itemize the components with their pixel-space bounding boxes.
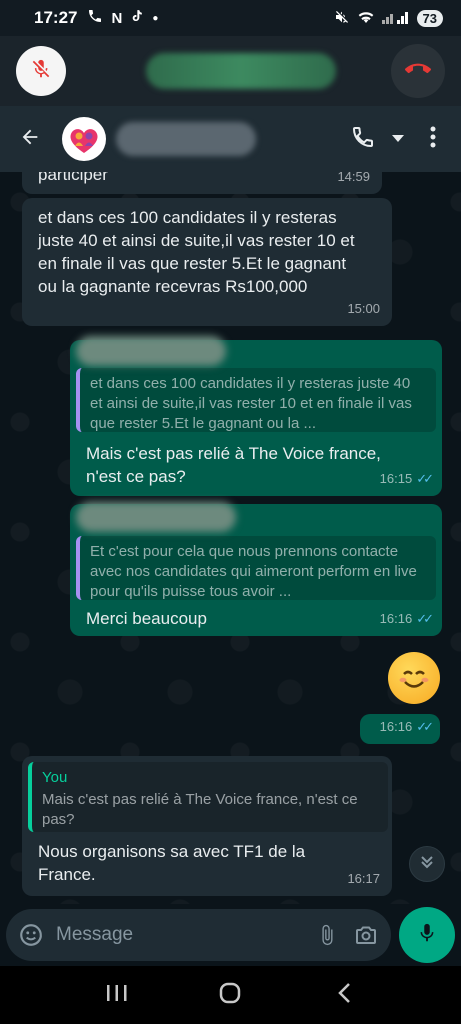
quoted-text: Et c'est pour cela que nous prennons con… [90, 543, 417, 600]
quoted-text: et dans ces 100 candidates il y resteras… [90, 375, 412, 432]
message-text: et dans ces 100 candidates il y resteras… [38, 208, 355, 296]
double-check-read-icon: ✓✓ [416, 471, 434, 486]
chat-header [0, 106, 461, 172]
paperclip-icon [322, 924, 333, 946]
signal-icon [381, 10, 410, 27]
outgoing-message[interactable]: et dans ces 100 candidates il y resteras… [70, 336, 442, 496]
chevron-left-icon [337, 982, 351, 1009]
camera-button[interactable] [353, 920, 379, 950]
scroll-to-bottom-button[interactable] [409, 846, 445, 882]
mute-microphone-button[interactable] [16, 46, 66, 96]
forward-header-redacted [76, 336, 226, 366]
arrow-left-icon [19, 126, 41, 153]
outgoing-message-time[interactable]: 16:16 ✓✓ [360, 714, 440, 744]
sticker-icon[interactable] [18, 920, 44, 950]
recent-apps-button[interactable] [97, 975, 137, 1015]
contact-name-redacted[interactable] [116, 122, 256, 156]
phone-icon [351, 125, 375, 154]
camera-icon [356, 926, 376, 944]
ongoing-call-bar[interactable] [0, 36, 461, 106]
message-text: Mais c'est pas relié à The Voice france,… [86, 444, 381, 486]
system-navigation-bar [0, 966, 461, 1024]
voice-message-button[interactable] [399, 907, 455, 963]
message-composer[interactable] [6, 909, 391, 961]
status-time: 17:27 [34, 8, 78, 27]
home-button[interactable] [210, 975, 250, 1015]
message-time: 16:16 [379, 719, 413, 734]
incoming-message[interactable]: You Mais c'est pas relié à The Voice fra… [22, 756, 392, 896]
caret-down-icon [392, 130, 404, 148]
home-icon [219, 982, 241, 1009]
attach-button[interactable] [315, 920, 339, 950]
message-input[interactable] [56, 924, 301, 946]
battery-indicator: 73 [416, 9, 443, 27]
message-text: Merci beaucoup [86, 609, 207, 628]
composer-bar [0, 904, 461, 966]
caller-name-redacted[interactable] [146, 53, 336, 89]
mute-notifications-icon [334, 9, 350, 28]
message-time: 16:17 [347, 871, 380, 886]
end-call-button[interactable] [391, 44, 445, 98]
chat-message-list[interactable]: participer 14:59 et dans ces 100 candida… [0, 172, 461, 904]
back-button[interactable] [12, 121, 48, 157]
more-options-button[interactable] [417, 123, 449, 155]
double-check-read-icon: ✓✓ [416, 611, 434, 626]
smiling-face-icon[interactable] [388, 652, 440, 704]
mic-off-icon [30, 58, 52, 85]
forward-header-redacted [76, 502, 236, 532]
status-bar: 17:27 N ● 73 [0, 0, 461, 36]
wifi-call-icon [87, 8, 103, 28]
quoted-message[interactable]: Et c'est pour cela que nous prennons con… [76, 536, 436, 600]
wifi-icon [357, 9, 375, 28]
quoted-message[interactable]: You Mais c'est pas relié à The Voice fra… [28, 762, 388, 832]
double-check-read-icon: ✓✓ [416, 719, 434, 734]
quoted-author: You [42, 769, 68, 786]
dot-icon: ● [152, 12, 159, 24]
call-options-dropdown[interactable] [389, 123, 407, 155]
tiktok-icon [130, 8, 144, 28]
back-nav-button[interactable] [324, 975, 364, 1015]
incoming-message[interactable]: et dans ces 100 candidates il y resteras… [22, 198, 392, 326]
outgoing-message[interactable]: Et c'est pour cela que nous prennons con… [70, 502, 442, 636]
contact-avatar[interactable] [62, 117, 106, 161]
quoted-message[interactable]: et dans ces 100 candidates il y resteras… [76, 368, 436, 432]
double-chevron-down-icon [419, 854, 435, 875]
heart-people-logo-icon [70, 129, 98, 153]
message-text: Nous organisons sa avec TF1 de la France… [38, 842, 306, 884]
n-app-icon: N [111, 9, 123, 27]
voice-call-button[interactable] [347, 123, 379, 155]
recents-icon [106, 984, 128, 1007]
message-time: 16:15 [379, 471, 413, 486]
hang-up-icon [405, 56, 431, 87]
kebab-menu-icon [430, 126, 436, 153]
microphone-icon [416, 921, 438, 950]
message-time: 15:00 [347, 301, 380, 316]
message-time: 14:59 [337, 172, 370, 184]
incoming-message[interactable]: participer 14:59 [22, 172, 382, 194]
message-time: 16:16 [379, 611, 413, 626]
quoted-text: Mais c'est pas relié à The Voice france,… [42, 791, 358, 828]
message-text: participer [38, 172, 108, 184]
